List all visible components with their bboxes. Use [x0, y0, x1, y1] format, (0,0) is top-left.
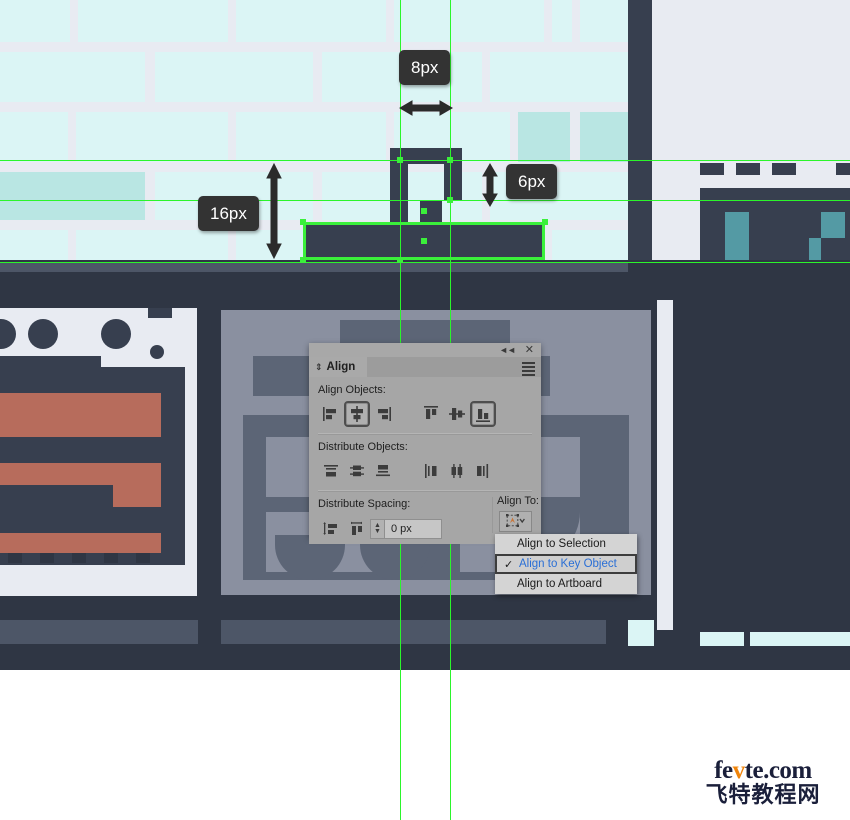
align-to-dropdown-menu[interactable]: Align to Selection ✓ Align to Key Object…: [495, 534, 637, 594]
anchor-point[interactable]: [542, 219, 548, 225]
spacing-stepper[interactable]: ▲ ▼: [370, 519, 384, 539]
watermark: fevte.com 飞特教程网: [688, 758, 838, 808]
align-to-label: Align To:: [497, 495, 539, 507]
measure-arrow-vertical-right: [482, 163, 498, 207]
anchor-point[interactable]: [397, 157, 403, 163]
align-to-button[interactable]: [499, 511, 532, 532]
center-point: [421, 208, 427, 214]
panel-vertical-separator: [492, 497, 493, 533]
divider: [318, 433, 532, 435]
checkmark-icon: ✓: [504, 559, 514, 571]
vertical-align-bottom-button[interactable]: [470, 401, 496, 427]
anchor-point[interactable]: [447, 197, 453, 203]
measure-badge-6px: 6px: [506, 164, 558, 199]
horizontal-align-center-button[interactable]: [344, 401, 370, 427]
anchor-point[interactable]: [397, 257, 403, 263]
align-panel[interactable]: ◄◄ ✕ ⇕ Align Align Objects: Distribute O…: [309, 343, 541, 544]
center-point: [421, 238, 427, 244]
panel-title: Align: [326, 361, 356, 373]
vertical-align-top-button[interactable]: [418, 401, 444, 427]
stepper-down-icon[interactable]: ▼: [374, 528, 381, 535]
align-objects-row: [318, 400, 532, 428]
measure-arrow-vertical-left: [266, 162, 282, 260]
menu-item-align-to-selection[interactable]: Align to Selection: [495, 534, 637, 554]
vertical-distribute-spacing-button[interactable]: [318, 516, 344, 542]
measure-arrow-horizontal: [399, 100, 453, 116]
vertical-distribute-bottom-button[interactable]: [370, 458, 396, 484]
measure-badge-16px: 16px: [198, 196, 259, 231]
vertical-align-center-button[interactable]: [444, 401, 470, 427]
screenshot-canvas: 8px 16px 6px ◄◄ ✕ ⇕ Align Align Objects:…: [0, 0, 850, 820]
collapse-double-arrow-icon[interactable]: ◄◄: [499, 345, 516, 355]
menu-item-align-to-artboard[interactable]: Align to Artboard: [495, 574, 637, 594]
menu-item-align-to-key-object[interactable]: ✓ Align to Key Object: [495, 554, 637, 574]
horizontal-align-right-button[interactable]: [370, 401, 396, 427]
divider: [318, 490, 532, 492]
tab-align[interactable]: ⇕ Align: [309, 357, 368, 377]
anchor-point[interactable]: [300, 219, 306, 225]
horizontal-guide-top: [0, 160, 850, 161]
watermark-latin: fevte.com: [714, 757, 812, 784]
distribute-objects-row: [318, 457, 532, 485]
horizontal-distribute-spacing-button[interactable]: [344, 516, 370, 542]
horizontal-guide-bottom: [0, 262, 850, 263]
distribute-objects-label: Distribute Objects:: [318, 441, 408, 453]
spacing-input[interactable]: 0 px: [384, 519, 442, 539]
panel-tab-row[interactable]: ⇕ Align: [309, 357, 541, 377]
align-to-key-object-icon: [506, 514, 525, 527]
align-objects-label: Align Objects:: [318, 384, 386, 396]
vertical-distribute-center-button[interactable]: [344, 458, 370, 484]
measure-badge-8px: 8px: [399, 50, 451, 85]
panel-titlebar[interactable]: ◄◄ ✕: [309, 343, 541, 357]
horizontal-align-left-button[interactable]: [318, 401, 344, 427]
chevron-updown-icon: ⇕: [315, 361, 323, 372]
horizontal-distribute-left-button[interactable]: [418, 458, 444, 484]
horizontal-distribute-right-button[interactable]: [470, 458, 496, 484]
panel-menu-icon[interactable]: [522, 362, 535, 378]
watermark-chinese: 飞特教程网: [705, 783, 821, 808]
chevron-down-icon: [519, 518, 525, 524]
vertical-distribute-top-button[interactable]: [318, 458, 344, 484]
anchor-point[interactable]: [447, 157, 453, 163]
close-icon[interactable]: ✕: [525, 343, 534, 356]
horizontal-guide-mid: [0, 200, 850, 201]
horizontal-distribute-center-button[interactable]: [444, 458, 470, 484]
anchor-point[interactable]: [300, 257, 306, 263]
